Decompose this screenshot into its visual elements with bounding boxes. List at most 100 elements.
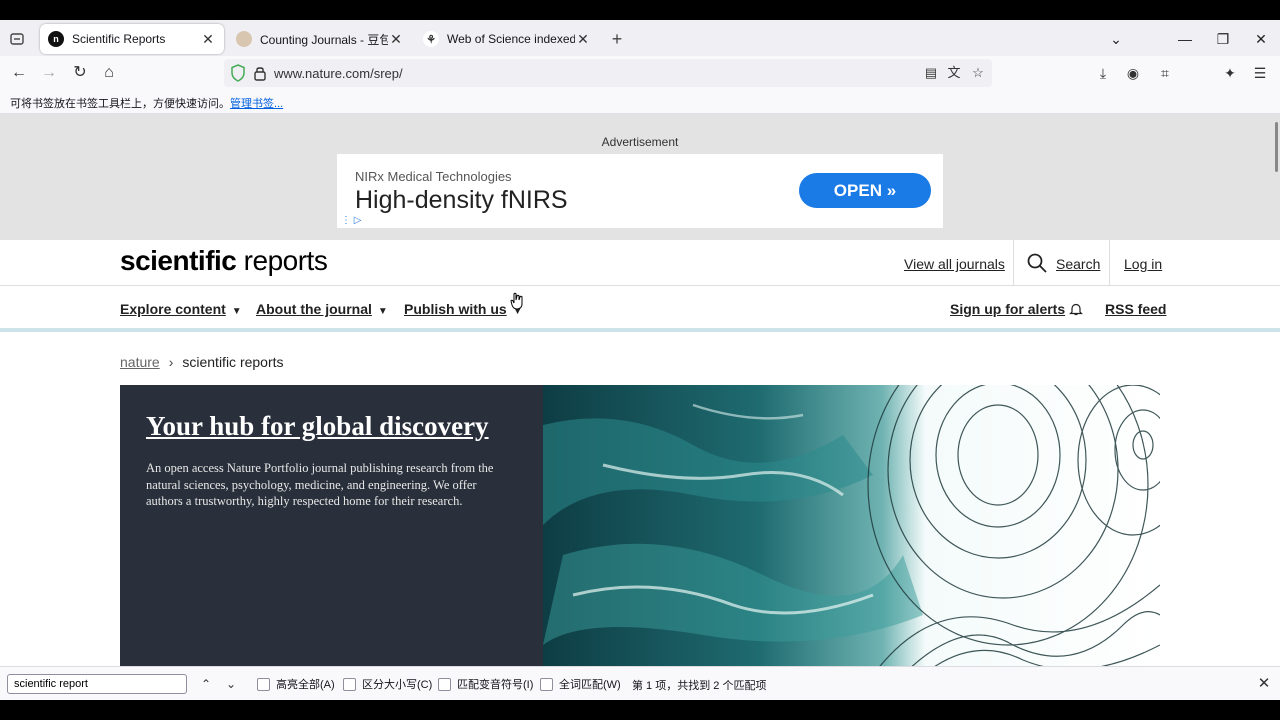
- match-case-checkbox[interactable]: [343, 677, 356, 691]
- find-in-page-bar: ⌃ ⌄ 高亮全部(A) 区分大小写(C) 匹配变音符号(I) 全词匹配(W) 第…: [0, 666, 1280, 700]
- hero-text-panel: Your hub for global discovery An open ac…: [120, 385, 543, 666]
- header-divider: [1109, 240, 1110, 286]
- whole-words-label: 全词匹配(W): [559, 679, 621, 691]
- ad-headline: High-density fNIRS: [355, 186, 568, 214]
- chevron-down-icon: ▼: [377, 306, 388, 317]
- hero-title[interactable]: Your hub for global discovery: [146, 411, 517, 442]
- about-journal-menu[interactable]: About the journal ▼: [256, 301, 388, 317]
- list-all-tabs-button[interactable]: ⌄: [1105, 28, 1127, 50]
- find-input[interactable]: [7, 674, 187, 694]
- double-chevron-icon: »: [886, 181, 897, 200]
- ad-label: Advertisement: [601, 135, 679, 149]
- translate-icon[interactable]: 文: [944, 63, 964, 83]
- match-diacritics-option[interactable]: 匹配变音符号(I): [438, 676, 533, 692]
- reload-button[interactable]: ↻: [69, 62, 91, 84]
- tab-strip: n Scientific Reports ✕ Counting Journals…: [0, 20, 1280, 56]
- doubao-icon: [236, 31, 252, 47]
- highlight-all-option[interactable]: 高亮全部(A): [257, 676, 335, 692]
- match-diacritics-label: 匹配变音符号(I): [457, 679, 534, 691]
- restore-button[interactable]: ❐: [1212, 28, 1234, 50]
- hand-cursor-icon: [510, 292, 523, 310]
- rss-feed-link[interactable]: RSS feed: [1105, 301, 1166, 317]
- extensions-icon[interactable]: ✦: [1219, 62, 1241, 84]
- bell-icon: [1069, 303, 1084, 316]
- tab-overview-button[interactable]: [6, 28, 28, 50]
- tab-doubao[interactable]: Counting Journals - 豆包 ✕: [228, 24, 412, 54]
- page-scrollbar[interactable]: [1275, 122, 1278, 172]
- close-find-bar-icon[interactable]: ✕: [1254, 674, 1274, 694]
- match-case-label: 区分大小写(C): [362, 679, 433, 691]
- tab-title: Counting Journals - 豆包: [260, 32, 388, 47]
- match-diacritics-checkbox[interactable]: [438, 677, 451, 691]
- explore-content-menu[interactable]: Explore content ▼: [120, 301, 242, 317]
- shield-icon[interactable]: [230, 64, 246, 82]
- bookmarks-hint: 可将书签放在书签工具栏上，方便快速访问。: [10, 98, 230, 110]
- bookmarks-toolbar: 可将书签放在书签工具栏上，方便快速访问。管理书签...: [0, 90, 1280, 114]
- header-divider: [1013, 240, 1014, 286]
- downloads-icon[interactable]: ⤓: [1092, 62, 1114, 84]
- browser-window: n Scientific Reports ✕ Counting Journals…: [0, 0, 1280, 720]
- breadcrumb: nature › scientific reports: [120, 354, 284, 370]
- whole-words-checkbox[interactable]: [540, 677, 553, 691]
- explore-content-label: Explore content: [120, 301, 226, 317]
- search-link[interactable]: Search: [1056, 256, 1100, 272]
- hero-banner: Your hub for global discovery An open ac…: [120, 385, 1160, 666]
- publish-with-us-menu[interactable]: Publish with us ▼: [404, 301, 523, 317]
- hero-ocean-contour-image: [543, 385, 1160, 666]
- menu-icon[interactable]: ☰: [1249, 62, 1271, 84]
- highlight-all-label: 高亮全部(A): [276, 679, 335, 691]
- ad-company: NIRx Medical Technologies: [355, 169, 512, 184]
- breadcrumb-current: scientific reports: [182, 354, 284, 370]
- back-button[interactable]: ←: [8, 62, 30, 84]
- about-journal-label: About the journal: [256, 301, 372, 317]
- ad-open-button[interactable]: OPEN »: [799, 173, 931, 208]
- tab-web-of-science[interactable]: ⚘ Web of Science indexed journ ✕: [415, 24, 599, 54]
- chevron-down-icon: ▼: [231, 306, 242, 317]
- journal-logo[interactable]: scientific reports: [120, 245, 328, 277]
- home-button[interactable]: ⌂: [98, 62, 120, 84]
- search-icon[interactable]: [1027, 253, 1047, 273]
- account-icon[interactable]: ◉: [1122, 62, 1144, 84]
- close-tab-icon[interactable]: ✕: [200, 31, 216, 48]
- publish-with-us-label: Publish with us: [404, 301, 507, 317]
- ad-banner[interactable]: NIRx Medical Technologies High-density f…: [337, 154, 943, 228]
- logo-rest: reports: [236, 245, 328, 276]
- match-case-option[interactable]: 区分大小写(C): [343, 676, 432, 692]
- lock-icon[interactable]: [252, 64, 268, 82]
- bookmark-star-icon[interactable]: ☆: [968, 63, 988, 83]
- whole-words-option[interactable]: 全词匹配(W): [540, 676, 621, 692]
- highlight-all-checkbox[interactable]: [257, 677, 270, 691]
- close-tab-icon[interactable]: ✕: [575, 31, 591, 48]
- find-previous-button[interactable]: ⌃: [196, 674, 216, 694]
- reader-view-icon[interactable]: ▤: [921, 63, 941, 83]
- web-page: Advertisement NIRx Medical Technologies …: [0, 114, 1280, 666]
- sign-up-alerts-link[interactable]: Sign up for alerts: [950, 301, 1084, 317]
- tab-title: Scientific Reports: [72, 32, 166, 46]
- address-bar[interactable]: www.nature.com/srep/ ▤ 文 ☆: [224, 59, 992, 87]
- close-window-button[interactable]: ✕: [1250, 28, 1272, 50]
- breadcrumb-nature-link[interactable]: nature: [120, 354, 160, 370]
- journal-subnav: Explore content ▼ About the journal ▼ Publ…: [0, 286, 1280, 332]
- ad-open-label: OPEN: [833, 181, 882, 200]
- clarivate-icon: ⚘: [423, 31, 439, 47]
- logo-bold: scientific: [120, 245, 237, 276]
- nature-n-icon: n: [48, 31, 64, 47]
- advertisement-area: Advertisement NIRx Medical Technologies …: [0, 114, 1280, 240]
- adchoices-icon[interactable]: ⋮ ▷: [341, 215, 361, 226]
- tab-overview-icon: [10, 33, 24, 45]
- close-tab-icon[interactable]: ✕: [388, 31, 404, 48]
- chevron-right-icon: ›: [168, 354, 174, 370]
- find-status: 第 1 项，共找到 2 个匹配项: [632, 680, 767, 692]
- find-next-button[interactable]: ⌄: [221, 674, 241, 694]
- navigation-toolbar: ← → ↻ ⌂ www.nature.com/srep/ ▤ 文 ☆ ⤓ ◉ ⌗…: [0, 56, 1280, 90]
- manage-bookmarks-link[interactable]: 管理书签...: [230, 98, 283, 110]
- minimize-button[interactable]: —: [1174, 28, 1196, 50]
- view-all-journals-link[interactable]: View all journals: [904, 256, 1005, 272]
- forward-button[interactable]: →: [38, 62, 60, 84]
- url-text[interactable]: www.nature.com/srep/: [274, 66, 403, 81]
- tab-title: Web of Science indexed journ: [447, 32, 575, 46]
- login-link[interactable]: Log in: [1124, 256, 1162, 272]
- new-tab-button[interactable]: +: [606, 28, 628, 50]
- tab-scientific-reports[interactable]: n Scientific Reports ✕: [40, 24, 224, 54]
- screenshot-crop-icon[interactable]: ⌗: [1154, 62, 1176, 84]
